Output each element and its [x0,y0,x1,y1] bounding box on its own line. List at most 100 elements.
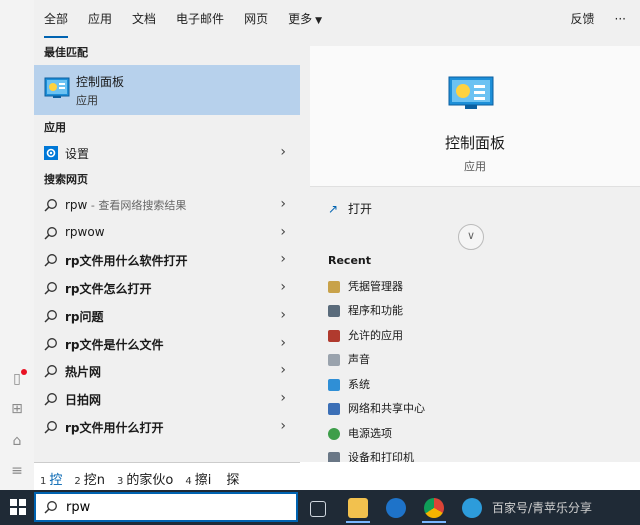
web-result[interactable]: rpwow › [34,220,300,247]
preview-header: 控制面板 应用 [310,46,640,186]
file-explorer-icon[interactable] [348,498,368,518]
ime-candidate[interactable]: 4 擦i [179,469,217,488]
tab-email[interactable]: 电子邮件 [166,0,234,38]
search-icon [44,199,57,212]
tab-all[interactable]: 全部 [34,0,78,38]
control-panel-icon [44,77,70,98]
apps-grid-icon[interactable]: ⊞ [8,400,26,418]
windows-start-icon[interactable] [10,499,26,515]
web-result[interactable]: rp文件怎么打开 › [34,275,300,302]
tab-documents[interactable]: 文档 [122,0,166,38]
recent-item-label: 系统 [348,378,370,391]
desktop-edge-strip: ▯ ⊞ ⌂ ≡ [0,0,35,490]
web-result[interactable]: rp文件用什么打开 › [34,414,300,441]
web-result-label: rp文件怎么打开 [65,282,152,296]
web-result[interactable]: rp问题 › [34,303,300,330]
programs-icon [328,305,340,317]
recent-item[interactable]: 凭据管理器 [328,278,403,298]
tab-apps[interactable]: 应用 [78,0,122,38]
candidate-text: 的家伙o [126,472,174,488]
tab-more[interactable]: 更多 ▼ [278,0,332,38]
web-result-label: rpw - 查看网络搜索结果 [65,197,186,213]
candidate-text: 挖n [83,472,106,488]
recent-item[interactable]: 网络和共享中心 [328,400,425,420]
taskbar-search-box[interactable]: rpw [34,492,298,522]
edge-browser-icon[interactable] [386,498,406,518]
web-result[interactable]: 日拍网 › [34,386,300,413]
recent-item[interactable]: 系统 [328,376,370,396]
preview-title: 控制面板 [444,134,505,152]
search-panel: 全部 应用 文档 电子邮件 网页 更多 ▼ 反馈 ··· 最佳匹配 控制面板 应用… [34,0,640,462]
open-label: 打开 [348,202,373,216]
menu-icon[interactable]: ≡ [8,462,26,480]
ime-candidate[interactable]: 2 挖n [68,469,111,488]
phone-icon[interactable]: ▯ [8,369,27,388]
chevron-down-icon: ∨ [466,229,476,242]
chevron-right-icon[interactable]: › [280,307,286,323]
chevron-right-icon[interactable]: › [280,251,286,267]
web-result-label: rp文件用什么软件打开 [65,254,188,268]
recent-heading: Recent [328,254,372,267]
recent-item-label: 声音 [348,353,370,366]
web-result-label: 日拍网 [65,393,102,407]
web-result[interactable]: 热片网 › [34,358,300,385]
recent-item[interactable]: 允许的应用 [328,327,403,347]
recent-item-label: 设备和打印机 [348,451,414,462]
web-result-label: rpwow [65,225,105,239]
open-action[interactable]: ↗ 打开 [328,200,372,220]
chevron-right-icon[interactable]: › [280,279,286,295]
tab-label: 网页 [244,12,269,26]
chevron-right-icon[interactable]: › [280,362,286,378]
tab-label: 电子邮件 [176,12,225,26]
chevron-right-icon[interactable]: › [280,418,286,434]
chevron-right-icon[interactable]: › [280,390,286,406]
web-result[interactable]: rp文件是什么文件 › [34,331,300,358]
search-query[interactable]: rpw [66,500,90,515]
best-match-item[interactable]: 控制面板 应用 [34,65,300,115]
candidate-number: 4 [185,475,192,487]
ime-candidate[interactable]: 1控 [34,469,68,488]
chevron-right-icon[interactable]: › [280,224,286,240]
recent-item-label: 网络和共享中心 [348,402,425,415]
chrome-browser-icon[interactable] [424,498,444,518]
feedback-button[interactable]: 反馈 [561,0,605,38]
task-view-icon[interactable] [310,501,326,517]
web-result[interactable]: rp文件用什么软件打开 › [34,247,300,274]
active-indicator [422,521,446,523]
gear-icon [44,146,58,160]
ime-candidate[interactable]: 探 [217,469,245,488]
recent-item[interactable]: 电源选项 [328,425,392,445]
more-options-button[interactable]: ··· [605,0,640,38]
feedback-label: 反馈 [570,12,595,26]
home-icon[interactable]: ⌂ [8,432,26,450]
ime-candidate[interactable]: 3 的家伙o [111,469,179,488]
chevron-right-icon[interactable]: › [280,196,286,212]
network-icon [328,403,340,415]
printer-icon [328,452,340,462]
app-item-settings[interactable]: 设置 › [34,140,300,167]
recent-item-label: 电源选项 [348,427,392,440]
web-heading: 搜索网页 [44,173,88,186]
chevron-right-icon[interactable]: › [280,335,286,351]
search-icon [44,501,57,514]
candidate-number: 3 [117,475,124,487]
app-icon[interactable] [462,498,482,518]
recent-item[interactable]: 声音 [328,351,370,371]
web-result[interactable]: rpw - 查看网络搜索结果 › [34,192,300,219]
best-match-title: 控制面板 [76,75,125,89]
tab-web[interactable]: 网页 [234,0,278,38]
expand-button[interactable]: ∨ [458,224,484,250]
recent-item[interactable]: 设备和打印机 [328,449,414,462]
candidate-text: 擦i [194,472,212,488]
web-result-label: rp文件用什么打开 [65,421,164,435]
chevron-right-icon[interactable]: › [280,144,286,160]
tab-label: 应用 [88,12,113,26]
recent-item[interactable]: 程序和功能 [328,302,403,322]
web-result-suffix: - 查看网络搜索结果 [87,199,187,212]
tab-label: 全部 [44,12,69,26]
results-list: 最佳匹配 控制面板 应用 应用 设置 › 搜索网页 rpw - 查看网络搜索结果… [34,40,300,462]
power-options-icon [328,428,340,440]
chevron-down-icon: ▼ [315,16,323,26]
search-icon [44,338,57,351]
control-panel-icon [448,76,494,109]
